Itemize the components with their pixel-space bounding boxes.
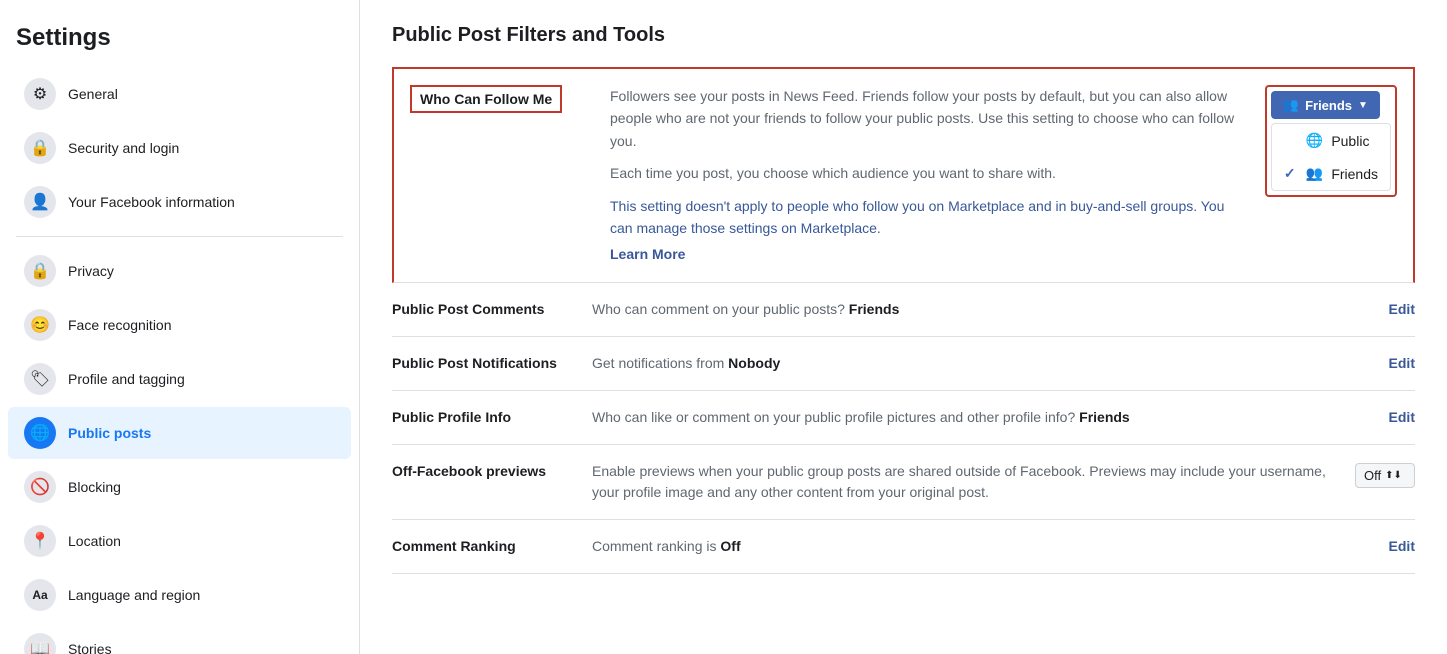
off-facebook-previews-label: Off-Facebook previews — [392, 461, 592, 479]
friends-dropdown-button[interactable]: 👥 Friends ▼ — [1271, 91, 1380, 119]
location-icon: 📍 — [24, 525, 56, 557]
sidebar-item-privacy[interactable]: 🔒 Privacy — [8, 245, 351, 297]
sidebar-item-face-recognition[interactable]: 😊 Face recognition — [8, 299, 351, 351]
sidebar-item-facebook-info[interactable]: 👤 Your Facebook information — [8, 176, 351, 228]
comment-ranking-edit[interactable]: Edit — [1389, 538, 1415, 554]
comment-ranking-value: Off — [720, 538, 740, 554]
public-profile-info-desc: Who can like or comment on your public p… — [592, 407, 1331, 428]
public-post-notifications-edit[interactable]: Edit — [1389, 355, 1415, 371]
sidebar-item-general[interactable]: ⚙ General — [8, 68, 351, 120]
sidebar-item-stories[interactable]: 📖 Stories — [8, 623, 351, 654]
public-post-comments-action: Edit — [1355, 299, 1415, 317]
sidebar-item-face-recognition-label: Face recognition — [68, 317, 172, 333]
public-post-notifications-value: Nobody — [728, 355, 780, 371]
public-post-notifications-action: Edit — [1355, 353, 1415, 371]
public-profile-info-label: Public Profile Info — [392, 407, 592, 425]
stories-icon: 📖 — [24, 633, 56, 654]
sidebar-item-location-label: Location — [68, 533, 121, 549]
dropdown-option-friends[interactable]: ✓ 👥 Friends — [1272, 157, 1390, 190]
sidebar-item-profile-tagging[interactable]: 🏷 Profile and tagging — [8, 353, 351, 405]
dropdown-public-label: Public — [1331, 133, 1369, 149]
follow-desc1: Followers see your posts in News Feed. F… — [610, 85, 1241, 152]
public-post-comments-desc: Who can comment on your public posts? Fr… — [592, 299, 1331, 320]
dropdown-option-public[interactable]: 🌐 Public — [1272, 124, 1390, 157]
sidebar-item-profile-tagging-label: Profile and tagging — [68, 371, 185, 387]
off-facebook-toggle-value: Off — [1364, 468, 1381, 483]
follow-desc2: Each time you post, you choose which aud… — [610, 162, 1241, 184]
sidebar-item-language-label: Language and region — [68, 587, 200, 603]
who-can-follow-label: Who Can Follow Me — [410, 85, 562, 113]
public-post-comments-edit[interactable]: Edit — [1389, 301, 1415, 317]
comment-ranking-action: Edit — [1355, 536, 1415, 554]
public-globe-icon: 🌐 — [1306, 132, 1323, 149]
check-mark: ✓ — [1284, 165, 1298, 182]
privacy-icon: 🔒 — [24, 255, 56, 287]
tag-icon: 🏷 — [24, 363, 56, 395]
sidebar-item-public-posts-label: Public posts — [68, 425, 151, 441]
friends-dropdown-container: 👥 Friends ▼ 🌐 Public ✓ 👥 Friends — [1265, 85, 1397, 197]
language-icon: Aa — [24, 579, 56, 611]
sidebar-item-general-label: General — [68, 86, 118, 102]
sidebar-item-blocking[interactable]: 🚫 Blocking — [8, 461, 351, 513]
sidebar-title: Settings — [0, 16, 359, 68]
globe-icon: 🌐 — [24, 417, 56, 449]
public-profile-info-edit[interactable]: Edit — [1389, 409, 1415, 425]
follow-desc3: This setting doesn't apply to people who… — [610, 195, 1241, 240]
friends-dropdown-menu: 🌐 Public ✓ 👥 Friends — [1271, 123, 1391, 191]
off-facebook-previews-action: Off ⬆⬇ — [1355, 461, 1415, 488]
person-icon: 👤 — [24, 186, 56, 218]
public-post-notifications-desc: Get notifications from Nobody — [592, 353, 1331, 374]
comment-ranking-label: Comment Ranking — [392, 536, 592, 554]
sidebar-item-stories-label: Stories — [68, 641, 112, 654]
learn-more-link[interactable]: Learn More — [610, 243, 685, 265]
sidebar: Settings ⚙ General 🔒 Security and login … — [0, 0, 360, 654]
face-icon: 😊 — [24, 309, 56, 341]
public-profile-info-action: Edit — [1355, 407, 1415, 425]
friends-btn-label: Friends — [1305, 98, 1352, 113]
gear-icon: ⚙ — [24, 78, 56, 110]
off-facebook-previews-row: Off-Facebook previews Enable previews wh… — [392, 445, 1415, 520]
sidebar-item-security[interactable]: 🔒 Security and login — [8, 122, 351, 174]
public-profile-info-row: Public Profile Info Who can like or comm… — [392, 391, 1415, 445]
public-post-comments-label: Public Post Comments — [392, 299, 592, 317]
sidebar-item-security-label: Security and login — [68, 140, 179, 156]
public-post-comments-row: Public Post Comments Who can comment on … — [392, 283, 1415, 337]
off-facebook-toggle[interactable]: Off ⬆⬇ — [1355, 463, 1415, 488]
public-post-notifications-row: Public Post Notifications Get notificati… — [392, 337, 1415, 391]
sidebar-item-privacy-label: Privacy — [68, 263, 114, 279]
sidebar-item-facebook-info-label: Your Facebook information — [68, 194, 235, 210]
sidebar-item-location[interactable]: 📍 Location — [8, 515, 351, 567]
comment-ranking-row: Comment Ranking Comment ranking is Off E… — [392, 520, 1415, 574]
public-profile-info-value: Friends — [1079, 409, 1130, 425]
block-icon: 🚫 — [24, 471, 56, 503]
friends-btn-icon: 👥 — [1283, 97, 1299, 113]
page-title: Public Post Filters and Tools — [392, 24, 1415, 47]
toggle-arrows-icon: ⬆⬇ — [1385, 470, 1402, 481]
dropdown-friends-label: Friends — [1331, 166, 1378, 182]
chevron-down-icon: ▼ — [1358, 100, 1368, 111]
public-post-notifications-label: Public Post Notifications — [392, 353, 592, 371]
main-content: Public Post Filters and Tools Who Can Fo… — [360, 0, 1447, 654]
lock-icon: 🔒 — [24, 132, 56, 164]
public-post-comments-value: Friends — [849, 301, 900, 317]
sidebar-item-blocking-label: Blocking — [68, 479, 121, 495]
sidebar-item-public-posts[interactable]: 🌐 Public posts — [8, 407, 351, 459]
sidebar-divider — [16, 236, 343, 237]
friends-people-icon: 👥 — [1306, 165, 1323, 182]
comment-ranking-desc: Comment ranking is Off — [592, 536, 1331, 557]
off-facebook-previews-desc: Enable previews when your public group p… — [592, 461, 1331, 503]
sidebar-item-language[interactable]: Aa Language and region — [8, 569, 351, 621]
